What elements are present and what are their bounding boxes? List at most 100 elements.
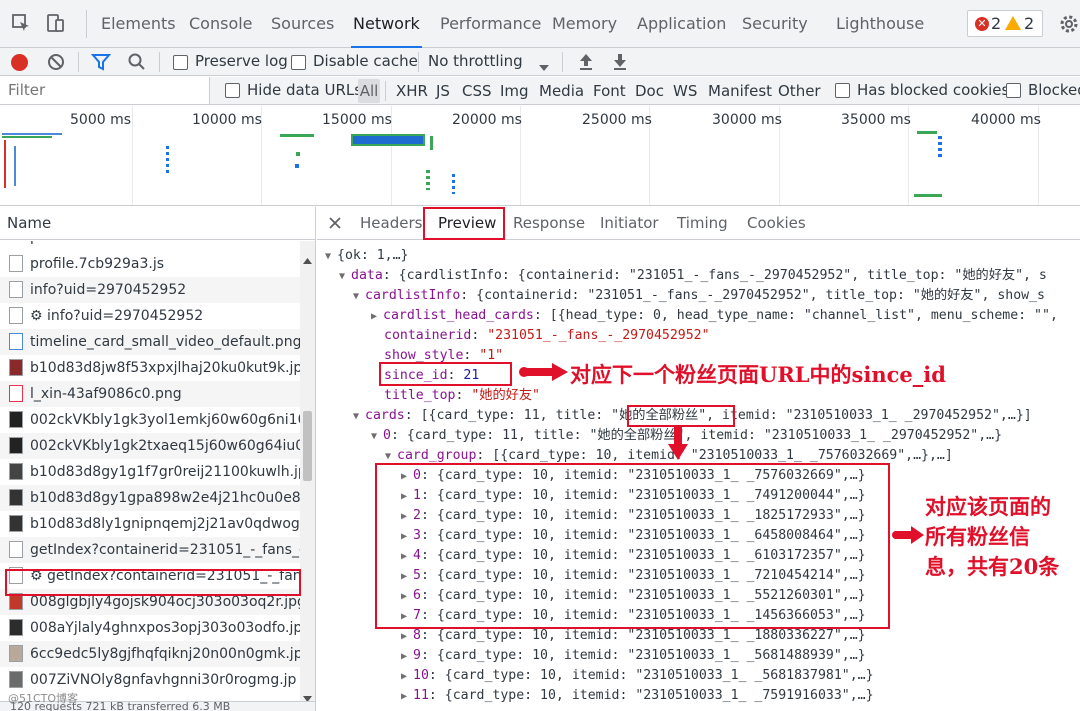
error-icon: ✕ [975, 17, 989, 31]
warning-count: 2 [1024, 14, 1035, 33]
type-filter-doc[interactable]: Doc [635, 82, 664, 100]
tab-security[interactable]: Security [742, 0, 808, 48]
disable-cache-checkbox[interactable] [291, 55, 306, 70]
type-filter-xhr[interactable]: XHR [396, 82, 428, 100]
request-row[interactable]: 008aYjlaly4ghnxpos3opj303o03odfo.jpg [0, 615, 300, 641]
device-toolbar-icon[interactable] [44, 12, 66, 34]
tab-timing[interactable]: Timing [677, 207, 728, 240]
tab-network[interactable]: Network [351, 0, 422, 48]
type-filter-ws[interactable]: WS [673, 82, 697, 100]
annotation-arrow-down-icon [668, 426, 688, 460]
request-list: Name profile.27e… profile.7cb929a3.js in… [0, 207, 316, 711]
heart-icon [9, 385, 23, 402]
annotation-fans-note-line2: 所有粉丝信 [925, 524, 1030, 549]
chevron-down-icon[interactable] [538, 57, 550, 76]
scrollbar-thumb[interactable] [303, 411, 312, 481]
annotation-box-cards-title [627, 405, 735, 427]
tab-elements[interactable]: Elements [101, 0, 176, 48]
request-row[interactable]: timeline_card_small_video_default.png [0, 329, 300, 355]
overview-bar [295, 164, 299, 168]
tab-performance[interactable]: Performance [440, 0, 541, 48]
request-row[interactable]: b10d83d8gy1gpa898w2e4j21hc0u0e84. [0, 485, 300, 511]
tab-separator [86, 10, 87, 38]
image-thumbnail-icon [9, 463, 23, 480]
type-filter-media[interactable]: Media [539, 82, 584, 100]
overview-bar [296, 152, 300, 156]
tree-node-fan-item[interactable]: ▶ 8: {card_type: 10, itemid: "2310510033_… [401, 626, 866, 646]
record-button[interactable] [11, 54, 28, 71]
preserve-log-checkbox[interactable] [173, 55, 188, 70]
toolbar-divider [562, 52, 563, 72]
tab-lighthouse[interactable]: Lighthouse [836, 0, 924, 48]
blocked-requests-label: Blocked [1028, 81, 1080, 99]
has-blocked-cookies-checkbox[interactable] [835, 83, 850, 98]
settings-gear-icon[interactable] [1058, 13, 1080, 35]
overview-bar [938, 136, 942, 160]
network-toolbar: Preserve log Disable cache No throttling [0, 48, 1080, 76]
overview-tick-label: 5000 ms [70, 112, 132, 128]
request-list-scrollbar[interactable] [300, 241, 315, 702]
hide-data-urls-label: Hide data URLs [247, 81, 363, 99]
tab-application[interactable]: Application [637, 0, 726, 48]
tree-root[interactable]: ▼ {ok: 1,…} [325, 246, 408, 266]
overview-tick-label: 35000 ms [841, 112, 911, 128]
type-filter-font[interactable]: Font [593, 82, 626, 100]
type-filter-img[interactable]: Img [500, 82, 529, 100]
close-icon[interactable] [329, 214, 341, 233]
tree-node-fan-item[interactable]: ▶ 10: {card_type: 10, itemid: "2310510033… [401, 666, 874, 686]
document-icon [9, 307, 23, 324]
scroll-up-icon[interactable] [303, 249, 312, 268]
inspect-element-icon[interactable] [10, 12, 32, 34]
request-row[interactable]: b10d83d8gy1g1f7gr0reij21100kuwlh.jpg [0, 459, 300, 485]
tree-node-cardlistinfo[interactable]: ▼ cardlistInfo: {containerid: "231051_-_f… [353, 286, 1045, 306]
request-row[interactable]: 002ckVKbly1gk3yol1emkj60w60g6ni102 [0, 407, 300, 433]
request-row[interactable]: l_xin-43af9086c0.png [0, 381, 300, 407]
request-row[interactable]: getIndex?containerid=231051_-_fans_-_ [0, 537, 300, 563]
type-filter-manifest[interactable]: Manifest [708, 82, 772, 100]
tab-cookies[interactable]: Cookies [747, 207, 806, 240]
request-row[interactable]: 6cc9edc5ly8gjfhqfqiknj20n00n0gmk.jpg [0, 641, 300, 667]
collapsed-triangle-icon: ▶ [401, 691, 408, 702]
tree-node-fan-item[interactable]: ▶ 9: {card_type: 10, itemid: "2310510033_… [401, 646, 866, 666]
request-row[interactable]: b10d83d8ly1gnipnqemj2j21av0qdwog.jp [0, 511, 300, 537]
filter-input[interactable] [0, 77, 210, 104]
tree-node-data[interactable]: ▼ data: {cardlistInfo: {containerid: "231… [339, 266, 1047, 286]
hide-data-urls-checkbox[interactable] [225, 83, 240, 98]
type-filter-other[interactable]: Other [778, 82, 821, 100]
issues-counter[interactable]: ✕ 2 2 [967, 10, 1043, 37]
expanded-triangle-icon: ▼ [339, 271, 346, 282]
import-har-icon[interactable] [578, 52, 594, 76]
export-har-icon[interactable] [612, 52, 628, 76]
tree-node-cardlist-head-cards[interactable]: ▶ cardlist_head_cards: [{head_type: 0, he… [371, 306, 1058, 326]
request-row[interactable]: info?uid=2970452952 [0, 277, 300, 303]
network-overview-timeline[interactable]: 5000 ms 10000 ms 15000 ms 20000 ms 25000… [0, 106, 1080, 206]
type-filter-all[interactable]: All [358, 79, 380, 103]
tab-response[interactable]: Response [513, 207, 585, 240]
clear-icon[interactable] [47, 53, 65, 75]
annotation-box-fan-items [375, 463, 890, 629]
request-row[interactable]: 002ckVKbly1gk2txaeq15j60w60g64iu02. [0, 433, 300, 459]
warning-icon [1005, 16, 1021, 30]
request-row[interactable]: ⚙ info?uid=2970452952 [0, 303, 300, 329]
throttling-select[interactable]: No throttling [428, 52, 523, 70]
blocked-requests-checkbox[interactable] [1006, 83, 1021, 98]
overview-tick-label: 25000 ms [582, 112, 652, 128]
tab-console[interactable]: Console [189, 0, 253, 48]
tab-sources[interactable]: Sources [271, 0, 334, 48]
type-filter-js[interactable]: JS [436, 82, 450, 100]
tab-headers[interactable]: Headers [360, 207, 422, 240]
request-row[interactable]: profile.7cb929a3.js [0, 251, 300, 277]
request-row[interactable]: b10d83d8jw8f53xpxjlhaj20ku0kut9k.jpg [0, 355, 300, 381]
name-column-header[interactable]: Name [0, 207, 315, 240]
tree-node-fan-item[interactable]: ▶ 11: {card_type: 10, itemid: "2310510033… [401, 686, 874, 706]
overview-bar [280, 134, 314, 137]
search-icon[interactable] [127, 52, 147, 76]
image-thumbnail-icon [9, 515, 23, 532]
annotation-arrow-right-icon [519, 363, 568, 381]
tab-memory[interactable]: Memory [552, 0, 617, 48]
filter-funnel-icon[interactable] [90, 53, 112, 75]
tab-initiator[interactable]: Initiator [600, 207, 659, 240]
annotation-box-selected-request [5, 569, 301, 596]
collapsed-triangle-icon: ▶ [401, 651, 408, 662]
type-filter-css[interactable]: CSS [462, 82, 492, 100]
